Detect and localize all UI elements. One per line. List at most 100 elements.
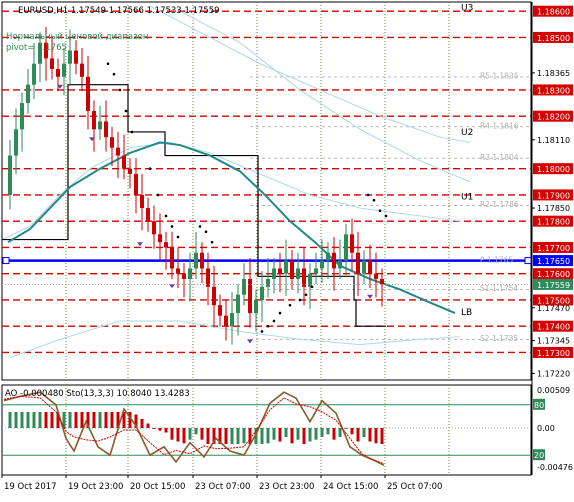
price-tag-label: 1.18600 <box>537 8 570 17</box>
time-axis-label: 24 Oct 15:00 <box>323 482 378 492</box>
ao-bar <box>224 428 228 444</box>
sar-dot <box>378 209 382 212</box>
ao-bar <box>98 412 102 428</box>
candle-body <box>272 268 276 279</box>
candle-body <box>374 273 378 279</box>
ao-bar <box>44 412 48 428</box>
candle-body <box>200 252 204 269</box>
ao-bar <box>338 428 342 437</box>
pivot-line-handle[interactable] <box>524 257 532 265</box>
ao-bar <box>32 412 36 428</box>
ao-bar <box>308 428 312 442</box>
ao-bar <box>14 412 18 428</box>
candle-body <box>314 268 318 274</box>
ao-bar <box>50 412 54 428</box>
price-axis-label: 1.18365 <box>537 69 570 78</box>
sar-dot <box>130 130 134 134</box>
candle-body <box>80 63 84 77</box>
sar-dot <box>210 240 214 244</box>
sar-dot <box>278 311 282 315</box>
candle-body <box>134 173 138 195</box>
chart-window[interactable]: U3 U2 U1 LB R5 1.1835 R4 1.1816 R3 1.1804 R2 1.… <box>0 0 574 498</box>
ao-bar <box>104 412 108 428</box>
sar-dot <box>156 193 160 197</box>
ao-bar <box>152 428 156 429</box>
sar-dot <box>272 319 276 323</box>
level-label: R5 1.1835 <box>480 72 519 81</box>
candle-body <box>20 103 24 130</box>
candle-body <box>218 305 222 316</box>
sar-dot <box>304 293 308 296</box>
candle-body <box>122 155 126 169</box>
ao-bar <box>356 428 360 442</box>
time-axis-label: 19 Oct 23:00 <box>68 482 123 492</box>
sar-dot <box>310 285 314 289</box>
ao-bar <box>92 412 96 428</box>
price-axis-label: 1.17850 <box>537 204 570 213</box>
ao-bar <box>350 428 354 435</box>
level-label: R2 1.1786 <box>480 200 519 209</box>
time-axis-label: 23 Oct 07:00 <box>195 482 250 492</box>
candle-body <box>350 234 354 253</box>
candle-body <box>254 299 258 314</box>
candle-body <box>176 268 180 274</box>
candle-body <box>320 260 324 269</box>
ao-bar <box>146 423 150 428</box>
ao-bar <box>368 428 372 442</box>
sar-dot <box>170 225 174 228</box>
price-axis-label: 1.17470 <box>537 304 570 313</box>
sar-dot <box>112 72 116 76</box>
candle-body <box>62 63 66 77</box>
price-tag-label: 1.17600 <box>537 270 570 279</box>
price-chart[interactable]: U3 U2 U1 LB R5 1.1835 R4 1.1816 R3 1.1804 R2 1.… <box>0 0 574 498</box>
candle-body <box>68 50 72 64</box>
ao-bar <box>200 428 204 440</box>
sar-dot <box>288 303 292 307</box>
pivot-price-tag-label: 1.17650 <box>537 257 570 266</box>
ao-bar <box>314 428 318 440</box>
candle-body <box>152 221 156 235</box>
ao-bar <box>158 428 162 431</box>
ao-bar <box>302 428 306 444</box>
price-tag-label: 1.17300 <box>537 349 570 358</box>
current-price-tag-label: 1.17559 <box>537 281 570 290</box>
sar-dot <box>106 62 110 65</box>
candle-body <box>224 315 228 327</box>
level-label: R4 1.1816 <box>480 121 519 130</box>
candle-body <box>296 268 300 279</box>
candle-body <box>266 278 270 287</box>
sar-dot <box>260 330 264 333</box>
price-axis-label: 1.17220 <box>537 369 570 378</box>
price-tag-label: 1.18300 <box>537 86 570 95</box>
candle-body <box>236 294 240 314</box>
candle-body <box>326 252 330 261</box>
candle-body <box>338 260 342 269</box>
osc-axis-label: 80 <box>534 401 544 410</box>
level-label: R3 1.1804 <box>480 153 519 162</box>
sar-dot <box>118 88 122 92</box>
candle-body <box>110 137 114 148</box>
candle-body <box>74 50 78 64</box>
candle-body <box>242 278 246 295</box>
candle-body <box>14 129 18 156</box>
ao-bar <box>344 428 348 429</box>
time-axis-label: 25 Oct 07:00 <box>387 482 442 492</box>
candle-body <box>290 260 294 279</box>
ao-bar <box>260 428 264 444</box>
pivot-line-handle[interactable] <box>2 257 10 265</box>
candle-body <box>182 273 186 279</box>
osc-axis-label: 20 <box>534 451 544 460</box>
ao-bar <box>380 428 384 444</box>
ao-bar <box>38 412 42 428</box>
price-tag-label: 1.18200 <box>537 113 570 122</box>
candle-body <box>368 260 372 274</box>
range-title: Нормальный ценовой диапазон <box>6 32 148 42</box>
symbol-info: EURUSD,H1 1.17549 1.17566 1.17533 1.1755… <box>18 6 220 16</box>
ao-bar <box>8 412 12 428</box>
sar-dot <box>204 230 208 233</box>
ao-bar <box>20 412 24 428</box>
candle-body <box>98 121 102 130</box>
sar-dot <box>366 193 370 197</box>
osc-axis-label: 0.00 <box>537 424 555 433</box>
candle-body <box>146 208 150 222</box>
